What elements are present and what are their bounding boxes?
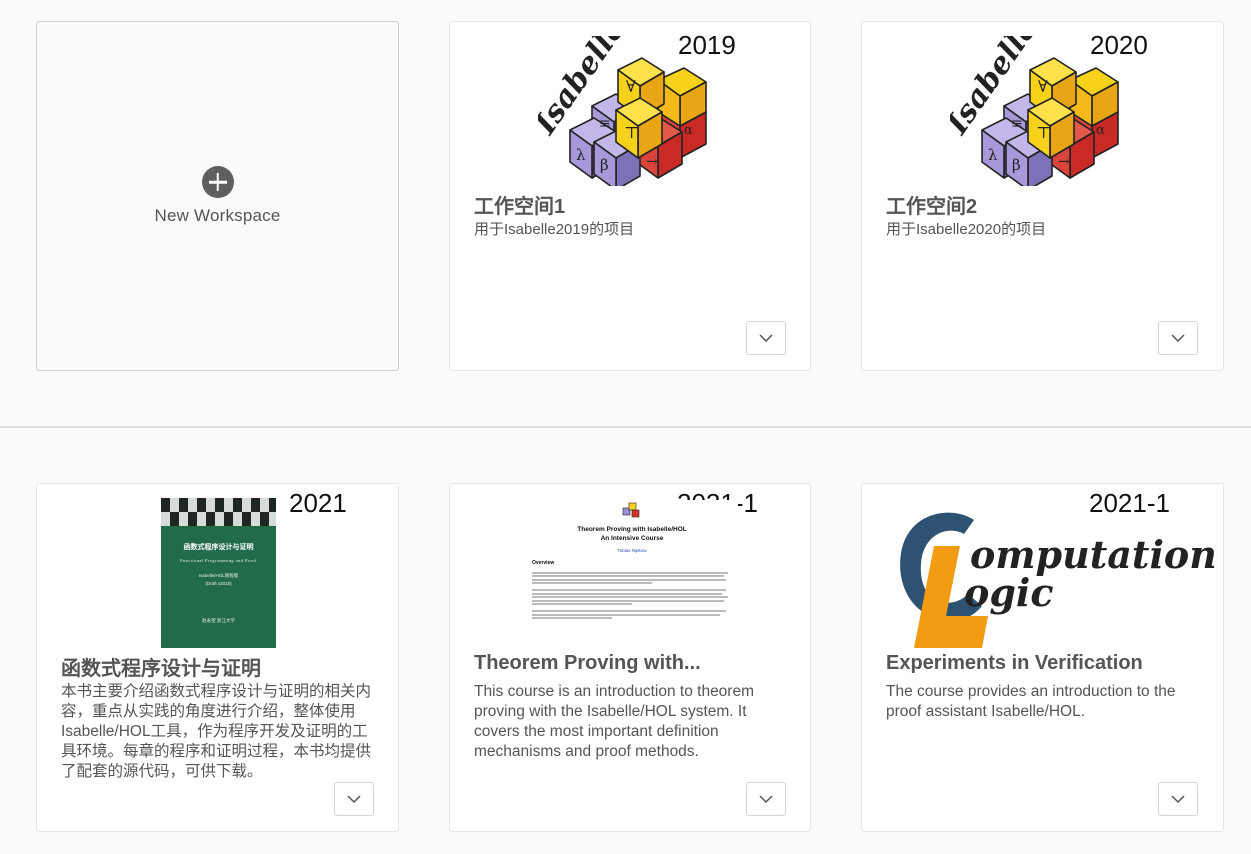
card-menu-button[interactable]: [1158, 321, 1198, 355]
card-description: 本书主要介绍函数式程序设计与证明的相关内容，重点从实践的角度进行介绍，整体使用I…: [61, 683, 372, 780]
card-title: 工作空间2: [886, 196, 978, 218]
section-divider: [0, 426, 1251, 428]
chevron-down-icon: [1171, 334, 1185, 342]
doc-subtitle: An Intensive Course: [600, 535, 664, 542]
svg-text:λ: λ: [576, 146, 586, 164]
svg-text:λ: λ: [988, 146, 998, 164]
isabelle-logo-icon: ∀ ⊤ ≡ λ β α → Isabelle: [950, 36, 1119, 186]
svg-text:α: α: [1096, 123, 1105, 138]
book-cover-edition: Isabelle/HOL教程版: [198, 573, 239, 578]
card-description: This course is an introduction to theore…: [474, 683, 754, 760]
book-checker-pattern: [161, 498, 276, 526]
course-document-preview: Theorem Proving with Isabelle/HOL An Int…: [526, 500, 738, 650]
card-menu-button[interactable]: [746, 782, 786, 816]
chevron-down-icon: [347, 795, 361, 803]
card-description: 用于Isabelle2019的项目: [474, 221, 635, 238]
book-cover-draft: (Draft v2018): [205, 581, 232, 586]
plus-circle-icon: [201, 166, 234, 198]
workspace-card-3[interactable]: 2021 函数式程序设计与证明 Functional Programming a…: [36, 483, 399, 832]
svg-text:≡: ≡: [1011, 116, 1023, 132]
isabelle-logo-icon: [622, 502, 640, 518]
chevron-down-icon: [759, 334, 773, 342]
svg-text:β: β: [600, 156, 609, 174]
new-workspace-card[interactable]: New Workspace: [36, 21, 399, 371]
svg-text:∀: ∀: [1038, 77, 1048, 96]
card-title: 函数式程序设计与证明: [61, 658, 261, 680]
card-title: 工作空间1: [474, 196, 566, 218]
svg-text:⊤: ⊤: [1036, 123, 1051, 142]
new-workspace-label: New Workspace: [154, 206, 281, 225]
doc-body-lines: [532, 570, 732, 621]
chevron-down-icon: [1171, 795, 1185, 803]
logo-line-2: ogic: [964, 570, 1054, 615]
workspace-card-2[interactable]: 2020 ∀ ⊤ ≡ λ β α → Isabelle 工作空间2 用于Isab…: [861, 21, 1224, 371]
computational-logic-logo: omputational ogic: [900, 512, 1214, 648]
doc-heading: Overview: [532, 560, 555, 566]
card-description: 用于Isabelle2020的项目: [886, 221, 1047, 238]
doc-author: Tobias Nipkow: [617, 548, 647, 553]
book-cover-subtitle: Functional Programming and Proof: [180, 558, 257, 563]
svg-text:→: →: [646, 154, 658, 170]
workspace-card-5[interactable]: 2021-1 omputational ogic Experiments in …: [861, 483, 1224, 832]
svg-text:≡: ≡: [599, 116, 611, 132]
doc-title: Theorem Proving with Isabelle/HOL: [577, 526, 687, 533]
isabelle-logo-icon: ∀ ⊤ ≡ λ β α → Isabelle: [538, 36, 707, 186]
card-menu-button[interactable]: [1158, 782, 1198, 816]
workspace-card-1[interactable]: 2019 ∀ ⊤ ≡ λ β α → Isabelle 工作空间1 用于Isab…: [449, 21, 811, 371]
svg-text:→: →: [1058, 154, 1070, 170]
card-description: The course provides an introduction to t…: [886, 683, 1176, 720]
book-cover-image: 函数式程序设计与证明 Functional Programming and Pr…: [161, 498, 276, 648]
chevron-down-icon: [759, 795, 773, 803]
book-cover-title: 函数式程序设计与证明: [183, 544, 254, 551]
card-title: Theorem Proving with...: [474, 652, 701, 674]
svg-text:α: α: [684, 123, 693, 138]
svg-text:⊤: ⊤: [624, 123, 639, 142]
workspace-card-4[interactable]: 2021-1 Theorem Proving with Isabelle/HOL…: [449, 483, 811, 832]
card-title: Experiments in Verification: [886, 652, 1143, 674]
card-menu-button[interactable]: [746, 321, 786, 355]
book-cover-authors: 赵永望 浙江大学: [202, 618, 235, 623]
svg-text:β: β: [1012, 156, 1021, 174]
card-year: 2021: [289, 488, 347, 518]
card-menu-button[interactable]: [334, 782, 374, 816]
svg-text:∀: ∀: [626, 77, 636, 96]
